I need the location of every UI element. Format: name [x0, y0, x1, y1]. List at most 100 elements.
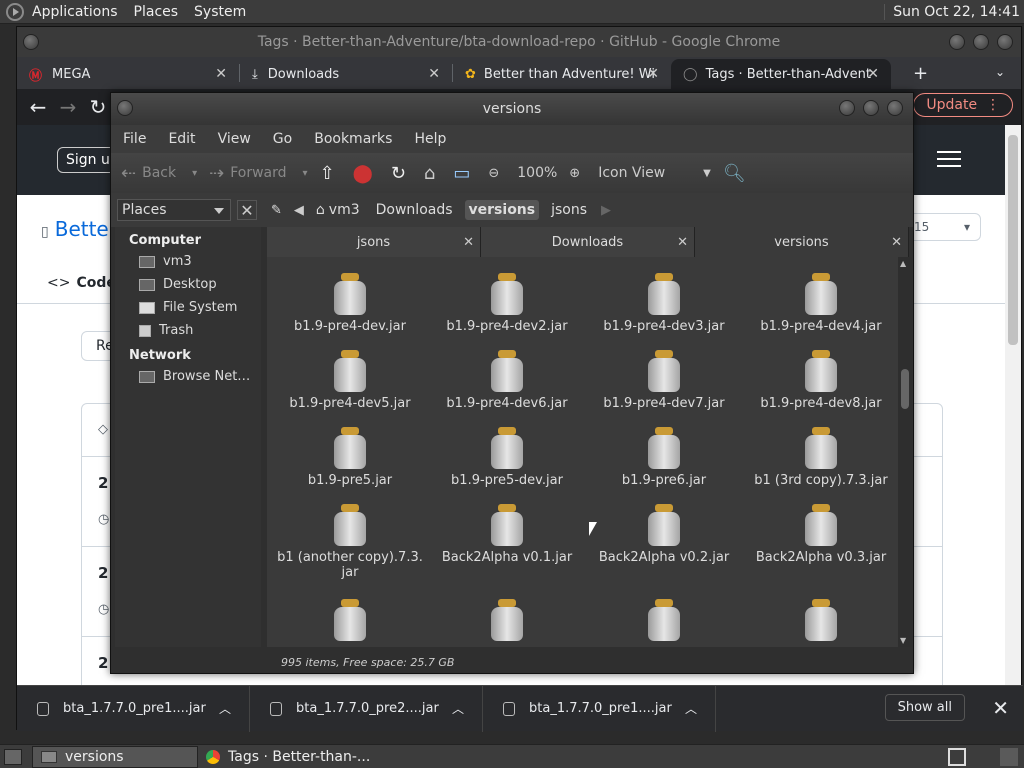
sidebar-item-file-system[interactable]: File System: [115, 296, 261, 319]
file-item[interactable]: Back2Alpha v0.2.jar: [589, 504, 739, 565]
view-mode-select[interactable]: Icon View ▼: [598, 165, 711, 181]
update-button[interactable]: Update ⋮: [913, 93, 1013, 117]
maximize-icon[interactable]: [863, 100, 879, 116]
forward-arrow-icon[interactable]: →: [53, 95, 83, 119]
chrome-titlebar[interactable]: Tags · Better-than-Adventure/bta-downloa…: [17, 27, 1021, 57]
download-item[interactable]: bta_1.7.7.0_pre2....jar ︿: [250, 685, 483, 732]
scrollbar-thumb[interactable]: [1008, 135, 1018, 345]
show-all-button[interactable]: Show all: [884, 694, 965, 721]
menu-system[interactable]: System: [194, 4, 246, 20]
file-item[interactable]: b1.9-pre6.jar: [589, 427, 739, 488]
reload-button[interactable]: ↻: [391, 163, 412, 184]
menu-applications[interactable]: Applications: [32, 4, 118, 20]
computer-button[interactable]: ▭: [453, 163, 476, 184]
maximize-icon[interactable]: [973, 34, 989, 50]
file-item[interactable]: b1.9-pre4-dev.jar: [275, 273, 425, 334]
back-button[interactable]: ⇠ Back ▾: [121, 163, 197, 184]
sidebar-item-desktop[interactable]: Desktop: [115, 273, 261, 296]
stop-button[interactable]: ⬤: [353, 163, 379, 184]
close-tab-icon[interactable]: ✕: [891, 235, 902, 250]
menu-places[interactable]: Places: [134, 4, 179, 20]
download-item[interactable]: bta_1.7.7.0_pre1....jar ︿: [483, 685, 716, 732]
path-right-arrow-icon[interactable]: ▶: [601, 203, 611, 218]
jar-file-icon[interactable]: [648, 599, 680, 641]
close-sidebar-icon[interactable]: ✕: [237, 200, 257, 220]
menu-edit[interactable]: Edit: [168, 131, 195, 147]
jar-file-icon[interactable]: [805, 599, 837, 641]
minimize-icon[interactable]: [949, 34, 965, 50]
sidebar-item-trash[interactable]: Trash: [115, 319, 261, 342]
window-menu-icon[interactable]: [117, 100, 133, 116]
repo-title[interactable]: ▯ Bette: [41, 217, 109, 241]
workspace-switcher[interactable]: [948, 748, 966, 766]
zoom-out-button[interactable]: ⊖: [488, 166, 505, 181]
file-item[interactable]: Back2Alpha v0.1.jar: [432, 504, 582, 565]
close-tab-icon[interactable]: ✕: [647, 66, 659, 82]
close-tab-icon[interactable]: ✕: [215, 66, 227, 82]
show-desktop-icon[interactable]: [4, 748, 22, 765]
close-window-icon[interactable]: [887, 100, 903, 116]
crumb-vm3[interactable]: ⌂ vm3: [312, 200, 364, 220]
code-tab[interactable]: <> Code: [47, 275, 116, 291]
sidebar-item-browse-network[interactable]: Browse Net…: [115, 365, 261, 388]
file-item[interactable]: b1 (another copy).7.3. jar: [275, 504, 425, 580]
close-tab-icon[interactable]: ✕: [677, 235, 688, 250]
page-scrollbar[interactable]: [1005, 125, 1021, 685]
up-button[interactable]: ⇧: [320, 163, 341, 184]
zoom-in-button[interactable]: ⊕: [569, 166, 586, 181]
jar-file-icon[interactable]: [334, 599, 366, 641]
crumb-jsons[interactable]: jsons: [547, 200, 591, 220]
tab-versions[interactable]: versions ✕: [695, 227, 909, 257]
menu-help[interactable]: Help: [414, 131, 446, 147]
hamburger-menu-icon[interactable]: [937, 151, 961, 167]
minimize-icon[interactable]: [839, 100, 855, 116]
file-item[interactable]: b1 (3rd copy).7.3.jar: [746, 427, 896, 488]
window-menu-icon[interactable]: [23, 34, 39, 50]
file-manager-titlebar[interactable]: versions: [111, 93, 913, 125]
tab-mega[interactable]: Ⓜ MEGA ✕: [17, 59, 239, 89]
home-button[interactable]: ⌂: [424, 163, 441, 184]
forward-button[interactable]: ⇢ Forward ▾: [209, 163, 307, 184]
close-tab-icon[interactable]: ✕: [428, 66, 440, 82]
close-tab-icon[interactable]: ✕: [867, 66, 879, 82]
places-dropdown[interactable]: Places: [117, 199, 231, 221]
edit-location-icon[interactable]: ✎: [271, 203, 282, 218]
chevron-up-icon[interactable]: ︿: [219, 700, 231, 717]
tab-better-than-adventure[interactable]: ✿ Better than Adventure! Wi ✕: [453, 59, 671, 89]
trash-applet-icon[interactable]: [1000, 748, 1018, 766]
file-item[interactable]: b1.9-pre4-dev5.jar: [275, 350, 425, 411]
file-item[interactable]: b1.9-pre4-dev2.jar: [432, 273, 582, 334]
jar-file-icon[interactable]: [491, 599, 523, 641]
new-tab-button[interactable]: +: [913, 63, 928, 84]
tab-downloads[interactable]: Downloads ✕: [481, 227, 695, 257]
scroll-up-icon[interactable]: ▲: [900, 259, 906, 268]
menu-bookmarks[interactable]: Bookmarks: [314, 131, 392, 147]
menu-view[interactable]: View: [218, 131, 251, 147]
chevron-down-icon[interactable]: ▾: [303, 168, 308, 179]
scrollbar-thumb[interactable]: [901, 369, 909, 409]
file-view-scrollbar[interactable]: ▲ ▼: [898, 257, 912, 647]
file-item[interactable]: b1.9-pre5-dev.jar: [432, 427, 582, 488]
chevron-down-icon[interactable]: ▾: [192, 168, 197, 179]
task-chrome[interactable]: Tags · Better-than-...: [198, 746, 398, 768]
crumb-versions[interactable]: versions: [464, 200, 540, 220]
task-versions[interactable]: versions: [32, 745, 198, 768]
clock[interactable]: Sun Oct 22, 14:41: [884, 3, 1020, 20]
scroll-down-icon[interactable]: ▼: [900, 636, 906, 645]
file-item[interactable]: b1.9-pre4-dev4.jar: [746, 273, 896, 334]
menu-file[interactable]: File: [123, 131, 146, 147]
close-tab-icon[interactable]: ✕: [463, 235, 474, 250]
close-window-icon[interactable]: [997, 34, 1013, 50]
file-item[interactable]: b1.9-pre4-dev7.jar: [589, 350, 739, 411]
tab-tags-github[interactable]: ◯ Tags · Better-than-Advent ✕: [671, 59, 891, 89]
chevron-up-icon[interactable]: ︿: [452, 700, 464, 717]
reload-icon[interactable]: ↻: [83, 95, 113, 119]
close-shelf-icon[interactable]: ✕: [992, 696, 1009, 720]
tab-search-chevron-icon[interactable]: ⌄: [995, 65, 1005, 79]
back-arrow-icon[interactable]: ←: [23, 95, 53, 119]
menu-go[interactable]: Go: [273, 131, 292, 147]
tag-count-button[interactable]: 15 ▾: [907, 213, 981, 241]
search-button[interactable]: 🔍︎: [723, 163, 752, 184]
file-item[interactable]: b1.9-pre4-dev8.jar: [746, 350, 896, 411]
tab-jsons[interactable]: jsons ✕: [267, 227, 481, 257]
